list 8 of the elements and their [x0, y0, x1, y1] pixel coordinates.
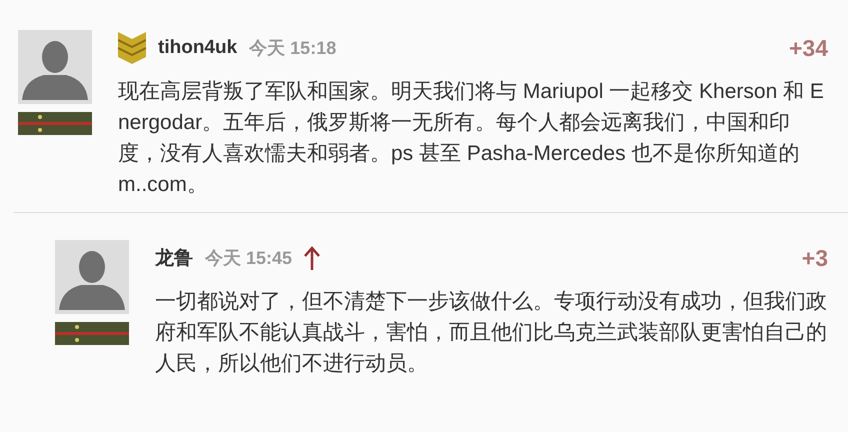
timestamp: 今天 15:45 [205, 247, 292, 270]
comment-text: 一切都说对了，但不清楚下一步该做什么。专项行动没有成功，但我们政府和军队不能认真战斗，害怕，而且他们比乌克兰武装部队更害怕自己的人民，所以他们不进行动员。 [155, 289, 828, 377]
timestamp: 今天 15:18 [249, 37, 336, 60]
username[interactable]: 龙鲁 [155, 245, 193, 271]
vote-score: +34 [788, 34, 828, 62]
vote-score: +3 [802, 244, 828, 272]
comment-text: 现在高层背叛了军队和国家。明天我们将与 Mariupol 一起移交 Kherson 和 Energodar。五年后，俄罗斯将一无所有。每个人都会远离我们，中国和印度，没有人喜欢懦夫和弱者。ps 甚至 Pasha-Mercedes 也不是你所知道的 m..com。 [118, 79, 825, 198]
username[interactable]: tihon4uk [158, 37, 238, 59]
